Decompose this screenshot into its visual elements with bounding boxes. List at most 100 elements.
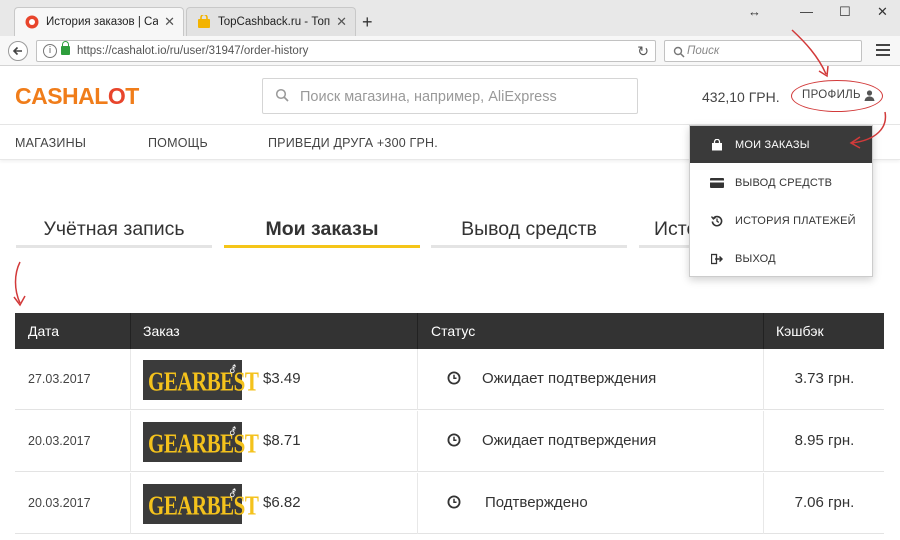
column-divider bbox=[763, 411, 764, 472]
browser-tab-title: История заказов | CashA… bbox=[46, 16, 159, 28]
column-divider bbox=[130, 473, 131, 534]
column-header-date: Дата bbox=[28, 323, 60, 339]
dropdown-item-label: ИСТОРИЯ ПЛАТЕЖЕЙ bbox=[735, 214, 856, 227]
column-divider bbox=[130, 313, 131, 349]
column-divider bbox=[130, 411, 131, 472]
dropdown-item-logout[interactable]: ВЫХОД bbox=[690, 240, 872, 277]
order-amount: $3.49 bbox=[263, 370, 301, 387]
store-name: GEARBEST bbox=[148, 366, 259, 398]
gearbest-store-logo[interactable]: GEARBEST ⚦ bbox=[143, 360, 259, 400]
nav-item-help[interactable]: ПОМОЩЬ bbox=[148, 136, 208, 150]
dropdown-item-withdrawal[interactable]: ВЫВОД СРЕДСТВ bbox=[690, 164, 872, 201]
column-header-cashback: Кэшбэк bbox=[776, 323, 824, 339]
nav-item-stores[interactable]: МАГАЗИНЫ bbox=[15, 136, 86, 150]
order-amount: $6.82 bbox=[263, 494, 301, 511]
logo-text: CASHAL bbox=[15, 83, 108, 109]
column-divider bbox=[417, 473, 418, 534]
close-tab-icon[interactable]: ✕ bbox=[336, 14, 347, 30]
order-date: 27.03.2017 bbox=[28, 372, 91, 386]
close-tab-icon[interactable]: ✕ bbox=[164, 14, 175, 30]
close-window-button[interactable]: ✕ bbox=[877, 4, 888, 20]
annotation-arrow-to-table bbox=[14, 261, 21, 304]
logo-o: O bbox=[107, 83, 126, 109]
dropdown-item-label: МОИ ЗАКАЗЫ bbox=[735, 138, 810, 151]
store-search-input[interactable]: Поиск магазина, например, AliExpress bbox=[262, 78, 638, 114]
clock-icon bbox=[447, 495, 461, 509]
column-divider bbox=[763, 313, 764, 349]
column-header-status: Статус bbox=[431, 323, 476, 339]
logout-icon bbox=[710, 253, 724, 265]
gender-symbol-icon: ⚦ bbox=[228, 489, 237, 500]
browser-tab-bar: История заказов | CashA… ✕ TopCashback.r… bbox=[0, 0, 900, 36]
topcashback-favicon-icon bbox=[198, 15, 210, 28]
order-status: Подтверждено bbox=[485, 494, 588, 511]
gender-symbol-icon: ⚦ bbox=[228, 427, 237, 438]
back-button[interactable] bbox=[8, 41, 28, 61]
cashalot-logo[interactable]: CASHALOT bbox=[15, 83, 139, 110]
column-divider bbox=[763, 349, 764, 410]
dropdown-item-my-orders[interactable]: МОИ ЗАКАЗЫ bbox=[690, 126, 872, 163]
column-divider bbox=[417, 349, 418, 410]
cashalot-favicon-icon bbox=[25, 15, 39, 29]
lock-icon bbox=[61, 41, 70, 55]
table-row: 27.03.2017 GEARBEST ⚦ $3.49 Ожидает подтв… bbox=[15, 349, 884, 410]
reload-icon[interactable]: ↻ bbox=[637, 43, 649, 60]
tab-label: Мои заказы bbox=[265, 218, 379, 240]
annotation-circle bbox=[791, 80, 883, 112]
order-cashback: 7.06 грн. bbox=[794, 494, 855, 511]
tab-label: Учётная запись bbox=[43, 218, 185, 240]
tab-withdrawal[interactable]: Вывод средств bbox=[431, 218, 627, 248]
back-arrow-icon bbox=[12, 46, 22, 56]
bag-icon bbox=[710, 138, 724, 151]
minimize-button[interactable]: — bbox=[800, 4, 813, 19]
tab-underline bbox=[431, 245, 627, 248]
maximize-button[interactable]: ☐ bbox=[839, 4, 851, 20]
tab-my-orders[interactable]: Мои заказы bbox=[224, 218, 420, 248]
clock-icon bbox=[447, 371, 461, 385]
order-amount: $8.71 bbox=[263, 432, 301, 449]
browser-tab-inactive[interactable]: TopCashback.ru - Топ лу… ✕ bbox=[186, 7, 356, 36]
tab-account[interactable]: Учётная запись bbox=[16, 218, 212, 248]
new-tab-button[interactable]: + bbox=[362, 12, 373, 33]
order-date: 20.03.2017 bbox=[28, 496, 91, 510]
tab-label: Вывод средств bbox=[461, 218, 597, 240]
profile-dropdown-menu: МОИ ЗАКАЗЫ ВЫВОД СРЕДСТВ ИСТОРИЯ ПЛАТЕЖЕ… bbox=[689, 125, 873, 277]
store-name: GEARBEST bbox=[148, 490, 259, 522]
column-divider bbox=[763, 473, 764, 534]
column-divider bbox=[417, 411, 418, 472]
order-cashback: 3.73 грн. bbox=[794, 370, 855, 387]
dropdown-item-label: ВЫВОД СРЕДСТВ bbox=[735, 176, 833, 189]
column-divider bbox=[417, 313, 418, 349]
search-icon bbox=[275, 88, 289, 102]
browser-search-input[interactable]: Поиск bbox=[664, 40, 862, 62]
resize-icon[interactable]: ↔ bbox=[748, 4, 761, 19]
balance-amount: 432,10 ГРН. bbox=[702, 89, 780, 105]
url-bar[interactable]: i https://cashalot.io/ru/user/31947/orde… bbox=[36, 40, 656, 62]
gearbest-store-logo[interactable]: GEARBEST ⚦ bbox=[143, 484, 259, 524]
order-status: Ожидает подтверждения bbox=[482, 432, 657, 449]
gender-symbol-icon: ⚦ bbox=[228, 365, 237, 376]
search-icon bbox=[673, 46, 685, 58]
site-header: CASHALOT Поиск магазина, например, AliEx… bbox=[0, 67, 900, 125]
column-header-order: Заказ bbox=[143, 323, 180, 339]
tab-underline bbox=[16, 245, 212, 248]
order-status: Ожидает подтверждения bbox=[482, 370, 657, 387]
hamburger-menu-icon[interactable] bbox=[876, 44, 890, 59]
clock-icon bbox=[447, 433, 461, 447]
gearbest-store-logo[interactable]: GEARBEST ⚦ bbox=[143, 422, 259, 462]
dropdown-item-payment-history[interactable]: ИСТОРИЯ ПЛАТЕЖЕЙ bbox=[690, 202, 872, 239]
info-icon[interactable]: i bbox=[43, 44, 57, 58]
browser-tab-title: TopCashback.ru - Топ лу… bbox=[218, 16, 331, 28]
url-text[interactable]: https://cashalot.io/ru/user/31947/order-… bbox=[77, 45, 308, 57]
logo-t: T bbox=[125, 83, 139, 109]
order-cashback: 8.95 грн. bbox=[794, 432, 855, 449]
nav-item-invite-friend[interactable]: ПРИВЕДИ ДРУГА +300 ГРН. bbox=[268, 136, 438, 150]
store-search-placeholder: Поиск магазина, например, AliExpress bbox=[300, 89, 557, 105]
table-header: Дата Заказ Статус Кэшбэк bbox=[15, 313, 884, 349]
store-name: GEARBEST bbox=[148, 428, 259, 460]
browser-search-placeholder: Поиск bbox=[687, 45, 720, 57]
history-icon bbox=[710, 215, 724, 227]
card-icon bbox=[710, 177, 724, 188]
order-date: 20.03.2017 bbox=[28, 434, 91, 448]
browser-tab-active[interactable]: История заказов | CashA… ✕ bbox=[14, 7, 184, 36]
